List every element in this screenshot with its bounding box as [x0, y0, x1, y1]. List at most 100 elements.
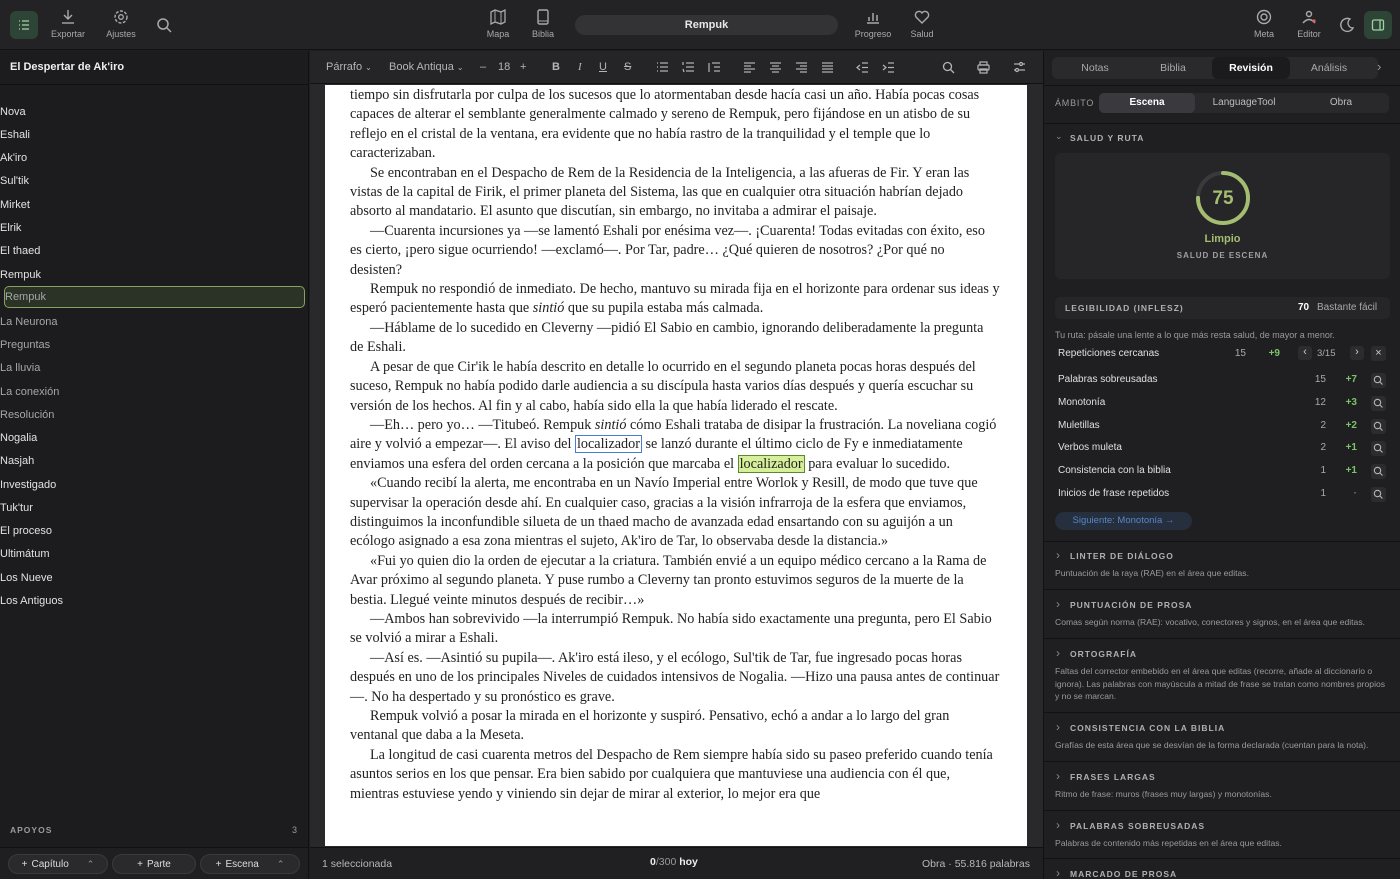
- print-icon[interactable]: [977, 61, 990, 74]
- scope-obra[interactable]: Obra: [1293, 93, 1389, 113]
- chevron-right-icon[interactable]: ›: [1056, 548, 1060, 562]
- paragraph[interactable]: «Cuando recibí la alerta, me encontraba …: [350, 474, 1000, 552]
- paragraph[interactable]: «Fui yo quien dio la orden de ejecutar a…: [350, 552, 1000, 610]
- editor-button[interactable]: Editor: [1285, 8, 1333, 39]
- binder-item[interactable]: Ultimátum: [0, 543, 308, 565]
- magnifier-icon[interactable]: [1371, 441, 1386, 456]
- tab-analisis[interactable]: Análisis: [1290, 57, 1368, 79]
- outline-icon[interactable]: [708, 61, 721, 74]
- magnifier-icon[interactable]: [1371, 373, 1386, 388]
- binder-item[interactable]: La conexión: [0, 381, 308, 403]
- paragraph[interactable]: —Ambos han sobrevivido —la interrumpió R…: [350, 610, 1000, 649]
- scope-languagetool[interactable]: LanguageTool: [1196, 93, 1292, 113]
- binder-item[interactable]: Resolución: [0, 404, 308, 426]
- bullet-list-icon[interactable]: [656, 61, 669, 74]
- binder-item[interactable]: Rempuk: [4, 286, 305, 308]
- magnifier-icon[interactable]: [1371, 419, 1386, 434]
- issue-row[interactable]: Consistencia con la biblia 1 +1: [1058, 464, 1392, 483]
- bold-icon[interactable]: B: [552, 61, 560, 73]
- section-title[interactable]: CONSISTENCIA CON LA BIBLIA: [1070, 723, 1225, 733]
- magnifier-icon[interactable]: [1371, 396, 1386, 411]
- paragraph[interactable]: —Cuarenta incursiones ya —se lamentó Esh…: [350, 222, 1000, 280]
- binder-item[interactable]: El thaed: [0, 240, 308, 262]
- strikethrough-icon[interactable]: S: [624, 61, 631, 73]
- manuscript-text[interactable]: tiempo sin disfrutarla por culpa de los …: [350, 86, 1000, 804]
- section-title[interactable]: LINTER DE DIÁLOGO: [1070, 551, 1174, 561]
- paragraph[interactable]: —Así es. —Asintió su pupila—. Ak'iro est…: [350, 649, 1000, 707]
- chevron-right-icon[interactable]: ›: [1056, 720, 1060, 734]
- progress-button[interactable]: Progreso: [849, 8, 897, 39]
- chevron-right-icon[interactable]: ›: [1056, 769, 1060, 783]
- section-title[interactable]: FRASES LARGAS: [1070, 772, 1156, 782]
- manuscript-page[interactable]: tiempo sin disfrutarla por culpa de los …: [325, 85, 1027, 846]
- binder-item[interactable]: Investigado: [0, 474, 308, 496]
- scope-escena[interactable]: Escena: [1099, 93, 1195, 113]
- binder-item[interactable]: La lluvia: [0, 357, 308, 379]
- section-title[interactable]: PUNTUACIÓN DE PROSA: [1070, 600, 1192, 610]
- tab-biblia[interactable]: Biblia: [1134, 57, 1212, 79]
- binder-item[interactable]: Sul'tik: [0, 170, 308, 192]
- repetition-highlight[interactable]: localizador: [574, 435, 642, 454]
- binder-item[interactable]: Nogalia: [0, 427, 308, 449]
- inspector-toggle-button[interactable]: [1364, 11, 1392, 39]
- align-right-icon[interactable]: [795, 61, 808, 74]
- binder-item[interactable]: Preguntas: [0, 334, 308, 356]
- bible-button[interactable]: Biblia: [519, 8, 567, 39]
- repetition-highlight-active[interactable]: localizador: [737, 454, 805, 473]
- paragraph[interactable]: Se encontraban en el Despacho de Rem de …: [350, 164, 1000, 222]
- issue-row[interactable]: Inicios de frase repetidos 1 ·: [1058, 487, 1392, 506]
- binder-item[interactable]: Eshali: [0, 124, 308, 146]
- paragraph[interactable]: tiempo sin disfrutarla por culpa de los …: [350, 86, 1000, 164]
- tab-notas[interactable]: Notas: [1056, 57, 1134, 79]
- add-chapter-button[interactable]: + Capítulo ⌃: [8, 854, 108, 874]
- chevron-right-icon[interactable]: ›: [1377, 59, 1381, 74]
- binder-item[interactable]: Los Nueve: [0, 567, 308, 589]
- chevron-right-icon[interactable]: ›: [1056, 597, 1060, 611]
- binder-item[interactable]: Nasjah: [0, 450, 308, 472]
- tab-revision[interactable]: Revisión: [1212, 57, 1290, 79]
- close-icon[interactable]: ×: [1371, 346, 1386, 361]
- font-select[interactable]: Book Antiqua ⌄: [389, 61, 464, 73]
- issue-row[interactable]: Verbos muleta 2 +1: [1058, 441, 1392, 460]
- paragraph[interactable]: Rempuk volvió a posar la mirada en el ho…: [350, 707, 1000, 746]
- document-title[interactable]: Rempuk: [575, 15, 838, 35]
- numbered-list-icon[interactable]: [682, 61, 695, 74]
- export-button[interactable]: Exportar: [44, 8, 92, 39]
- supports-section-label[interactable]: APOYOS: [10, 825, 52, 835]
- paragraph[interactable]: La longitud de casi cuarenta metros del …: [350, 746, 1000, 804]
- italic-icon[interactable]: I: [578, 61, 582, 73]
- daily-word-count[interactable]: 0/300 hoy: [650, 856, 698, 868]
- meta-button[interactable]: Meta: [1240, 8, 1288, 39]
- paragraph[interactable]: A pesar de que Cir'ik le había descrito …: [350, 358, 1000, 416]
- align-center-icon[interactable]: [769, 61, 782, 74]
- magnifier-icon[interactable]: [1371, 487, 1386, 502]
- underline-icon[interactable]: U: [599, 61, 607, 73]
- adjustments-icon[interactable]: [1013, 61, 1026, 74]
- issue-row[interactable]: Muletillas 2 +2: [1058, 419, 1392, 438]
- add-part-button[interactable]: + Parte: [112, 854, 196, 874]
- section-title[interactable]: ORTOGRAFÍA: [1070, 649, 1137, 659]
- binder-item[interactable]: El proceso: [0, 520, 308, 542]
- chevron-right-icon[interactable]: ›: [1056, 818, 1060, 832]
- chevron-up-icon[interactable]: ⌃: [277, 859, 285, 870]
- align-justify-icon[interactable]: [821, 61, 834, 74]
- binder-item[interactable]: Ak'iro: [0, 147, 308, 169]
- next-issue-button[interactable]: Siguiente: Monotonía →: [1055, 512, 1192, 530]
- find-icon[interactable]: [942, 61, 955, 74]
- add-scene-button[interactable]: + Escena ⌃: [200, 854, 300, 874]
- issue-row[interactable]: Palabras sobreusadas 15 +7: [1058, 373, 1392, 392]
- next-occurrence-button[interactable]: ›: [1350, 346, 1364, 360]
- paragraph[interactable]: —Háblame de lo sucedido en Cleverny —pid…: [350, 319, 1000, 358]
- font-size-value[interactable]: 18: [498, 61, 510, 73]
- section-title[interactable]: MARCADO DE PROSA: [1070, 869, 1177, 879]
- map-button[interactable]: Mapa: [474, 8, 522, 39]
- binder-item[interactable]: Mirket: [0, 194, 308, 216]
- align-left-icon[interactable]: [743, 61, 756, 74]
- prev-occurrence-button[interactable]: ‹: [1298, 346, 1312, 360]
- chevron-right-icon[interactable]: ›: [1056, 866, 1060, 879]
- binder-item[interactable]: Rempuk: [0, 264, 308, 286]
- settings-button[interactable]: Ajustes: [97, 8, 145, 39]
- section-title[interactable]: PALABRAS SOBREUSADAS: [1070, 821, 1205, 831]
- paragraph[interactable]: Rempuk no respondió de inmediato. De hec…: [350, 280, 1000, 319]
- paragraph[interactable]: —Eh… pero yo… —Titubeó. Rempuk sintió có…: [350, 416, 1000, 474]
